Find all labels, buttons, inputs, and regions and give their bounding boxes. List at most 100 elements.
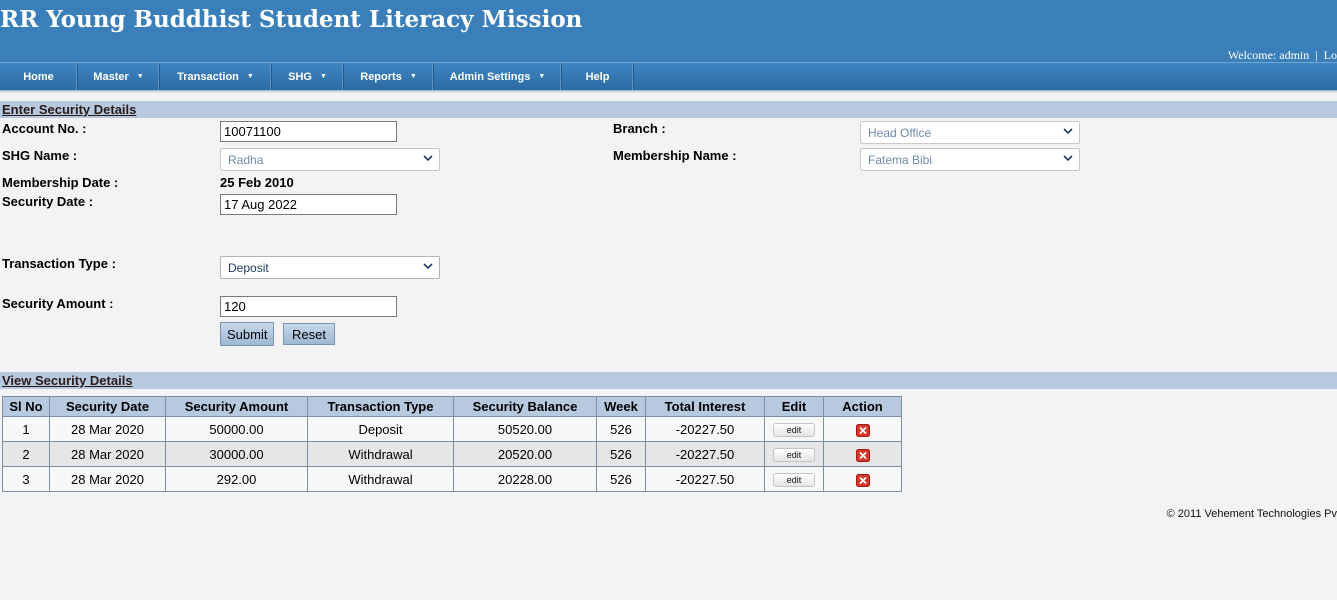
chevron-down-icon — [423, 263, 433, 270]
col-week: Week — [596, 396, 646, 417]
membership-date-label: Membership Date : — [2, 175, 119, 190]
branch-select-value: Head Office — [868, 126, 932, 140]
nav-admin-settings[interactable]: Admin Settings ▼ — [434, 63, 562, 90]
nav-master[interactable]: Master ▼ — [78, 63, 160, 90]
col-sl-no: Sl No — [2, 396, 50, 417]
cell-edit: edit — [764, 466, 824, 492]
view-security-title: View Security Details — [2, 373, 133, 388]
nav-shadow — [0, 90, 1337, 93]
cell-action — [823, 466, 902, 492]
cell-sl-no: 3 — [2, 466, 50, 492]
security-date-input[interactable] — [220, 194, 397, 215]
cell-security-balance: 20520.00 — [453, 441, 597, 467]
cell-total-interest: -20227.50 — [645, 441, 765, 467]
cell-transaction-type: Withdrawal — [307, 466, 454, 492]
account-no-input[interactable] — [220, 121, 397, 142]
view-security-section: View Security Details — [0, 372, 1337, 389]
app-title: RR Young Buddhist Student Literacy Missi… — [0, 6, 583, 33]
welcome-separator: | — [1315, 48, 1318, 62]
table-row: 1 28 Mar 2020 50000.00 Deposit 50520.00 … — [2, 416, 902, 442]
col-total-interest: Total Interest — [645, 396, 765, 417]
shg-name-select[interactable]: Radha — [220, 148, 440, 171]
security-amount-label: Security Amount : — [2, 296, 114, 311]
welcome-bar: Welcome: admin | Lo — [1228, 48, 1337, 63]
chevron-down-icon — [423, 155, 433, 162]
account-no-label: Account No. : — [2, 121, 87, 136]
security-date-label: Security Date : — [2, 194, 94, 209]
branch-select[interactable]: Head Office — [860, 121, 1080, 144]
cell-security-amount: 292.00 — [165, 466, 308, 492]
nav-home[interactable]: Home — [0, 63, 78, 90]
delete-icon[interactable] — [855, 473, 870, 487]
cell-security-date: 28 Mar 2020 — [49, 416, 166, 442]
cell-total-interest: -20227.50 — [645, 466, 765, 492]
nav-reports-label: Reports — [360, 70, 402, 83]
nav-shg[interactable]: SHG ▼ — [272, 63, 344, 90]
app-header: RR Young Buddhist Student Literacy Missi… — [0, 0, 1337, 62]
table-row: 2 28 Mar 2020 30000.00 Withdrawal 20520.… — [2, 441, 902, 467]
edit-button[interactable]: edit — [773, 448, 815, 462]
nav-reports[interactable]: Reports ▼ — [344, 63, 434, 90]
cell-edit: edit — [764, 441, 824, 467]
membership-name-select-value: Fatema Bibi — [868, 153, 933, 167]
cell-week: 526 — [596, 466, 646, 492]
cell-edit: edit — [764, 416, 824, 442]
delete-icon[interactable] — [855, 423, 870, 437]
cell-security-date: 28 Mar 2020 — [49, 441, 166, 467]
chevron-down-icon — [1063, 128, 1073, 135]
enter-security-title: Enter Security Details — [2, 102, 137, 117]
enter-security-section: Enter Security Details — [0, 101, 1337, 118]
col-transaction-type: Transaction Type — [307, 396, 454, 417]
caret-down-icon: ▼ — [409, 73, 417, 80]
nav-help[interactable]: Help — [562, 63, 634, 90]
membership-date-value: 25 Feb 2010 — [220, 175, 294, 190]
transaction-type-select[interactable]: Deposit — [220, 256, 440, 279]
cell-transaction-type: Withdrawal — [307, 441, 454, 467]
col-security-date: Security Date — [49, 396, 166, 417]
cell-sl-no: 2 — [2, 441, 50, 467]
nav-help-label: Help — [585, 70, 610, 83]
shg-name-label: SHG Name : — [2, 148, 78, 163]
transaction-type-select-value: Deposit — [228, 261, 269, 275]
nav-shg-label: SHG — [288, 70, 312, 83]
cell-transaction-type: Deposit — [307, 416, 454, 442]
delete-icon[interactable] — [855, 448, 870, 462]
logout-link[interactable]: Lo — [1324, 48, 1337, 62]
col-action: Action — [823, 396, 902, 417]
chevron-down-icon — [1063, 155, 1073, 162]
nav-transaction-label: Transaction — [177, 70, 239, 83]
edit-button[interactable]: edit — [773, 473, 815, 487]
cell-security-balance: 20228.00 — [453, 466, 597, 492]
welcome-text: Welcome: admin — [1227, 48, 1310, 62]
caret-down-icon: ▼ — [319, 73, 327, 80]
footer-copyright: © 2011 Vehement Technologies Pv — [1166, 508, 1337, 520]
cell-sl-no: 1 — [2, 416, 50, 442]
cell-security-amount: 50000.00 — [165, 416, 308, 442]
submit-button[interactable]: Submit — [220, 322, 275, 346]
membership-name-select[interactable]: Fatema Bibi — [860, 148, 1080, 171]
edit-button[interactable]: edit — [773, 423, 815, 437]
caret-down-icon: ▼ — [538, 73, 546, 80]
security-details-table: Sl No Security Date Security Amount Tran… — [2, 396, 902, 492]
nav-transaction[interactable]: Transaction ▼ — [160, 63, 272, 90]
table-row: 3 28 Mar 2020 292.00 Withdrawal 20228.00… — [2, 466, 902, 492]
caret-down-icon: ▼ — [136, 73, 144, 80]
cell-action — [823, 416, 902, 442]
main-nav: Home Master ▼ Transaction ▼ SHG ▼ Reports ▼ … — [0, 62, 1337, 90]
col-edit: Edit — [764, 396, 824, 417]
caret-down-icon: ▼ — [246, 73, 254, 80]
reset-button[interactable]: Reset — [283, 323, 335, 345]
cell-total-interest: -20227.50 — [645, 416, 765, 442]
security-amount-input[interactable] — [220, 296, 397, 317]
table-header-row: Sl No Security Date Security Amount Tran… — [2, 396, 902, 417]
nav-master-label: Master — [93, 70, 129, 83]
nav-home-label: Home — [23, 70, 54, 83]
branch-label: Branch : — [613, 121, 666, 136]
nav-admin-settings-label: Admin Settings — [449, 70, 531, 83]
shg-name-select-value: Radha — [228, 153, 264, 167]
cell-security-date: 28 Mar 2020 — [49, 466, 166, 492]
cell-week: 526 — [596, 416, 646, 442]
transaction-type-label: Transaction Type : — [2, 256, 116, 271]
cell-security-amount: 30000.00 — [165, 441, 308, 467]
cell-week: 526 — [596, 441, 646, 467]
